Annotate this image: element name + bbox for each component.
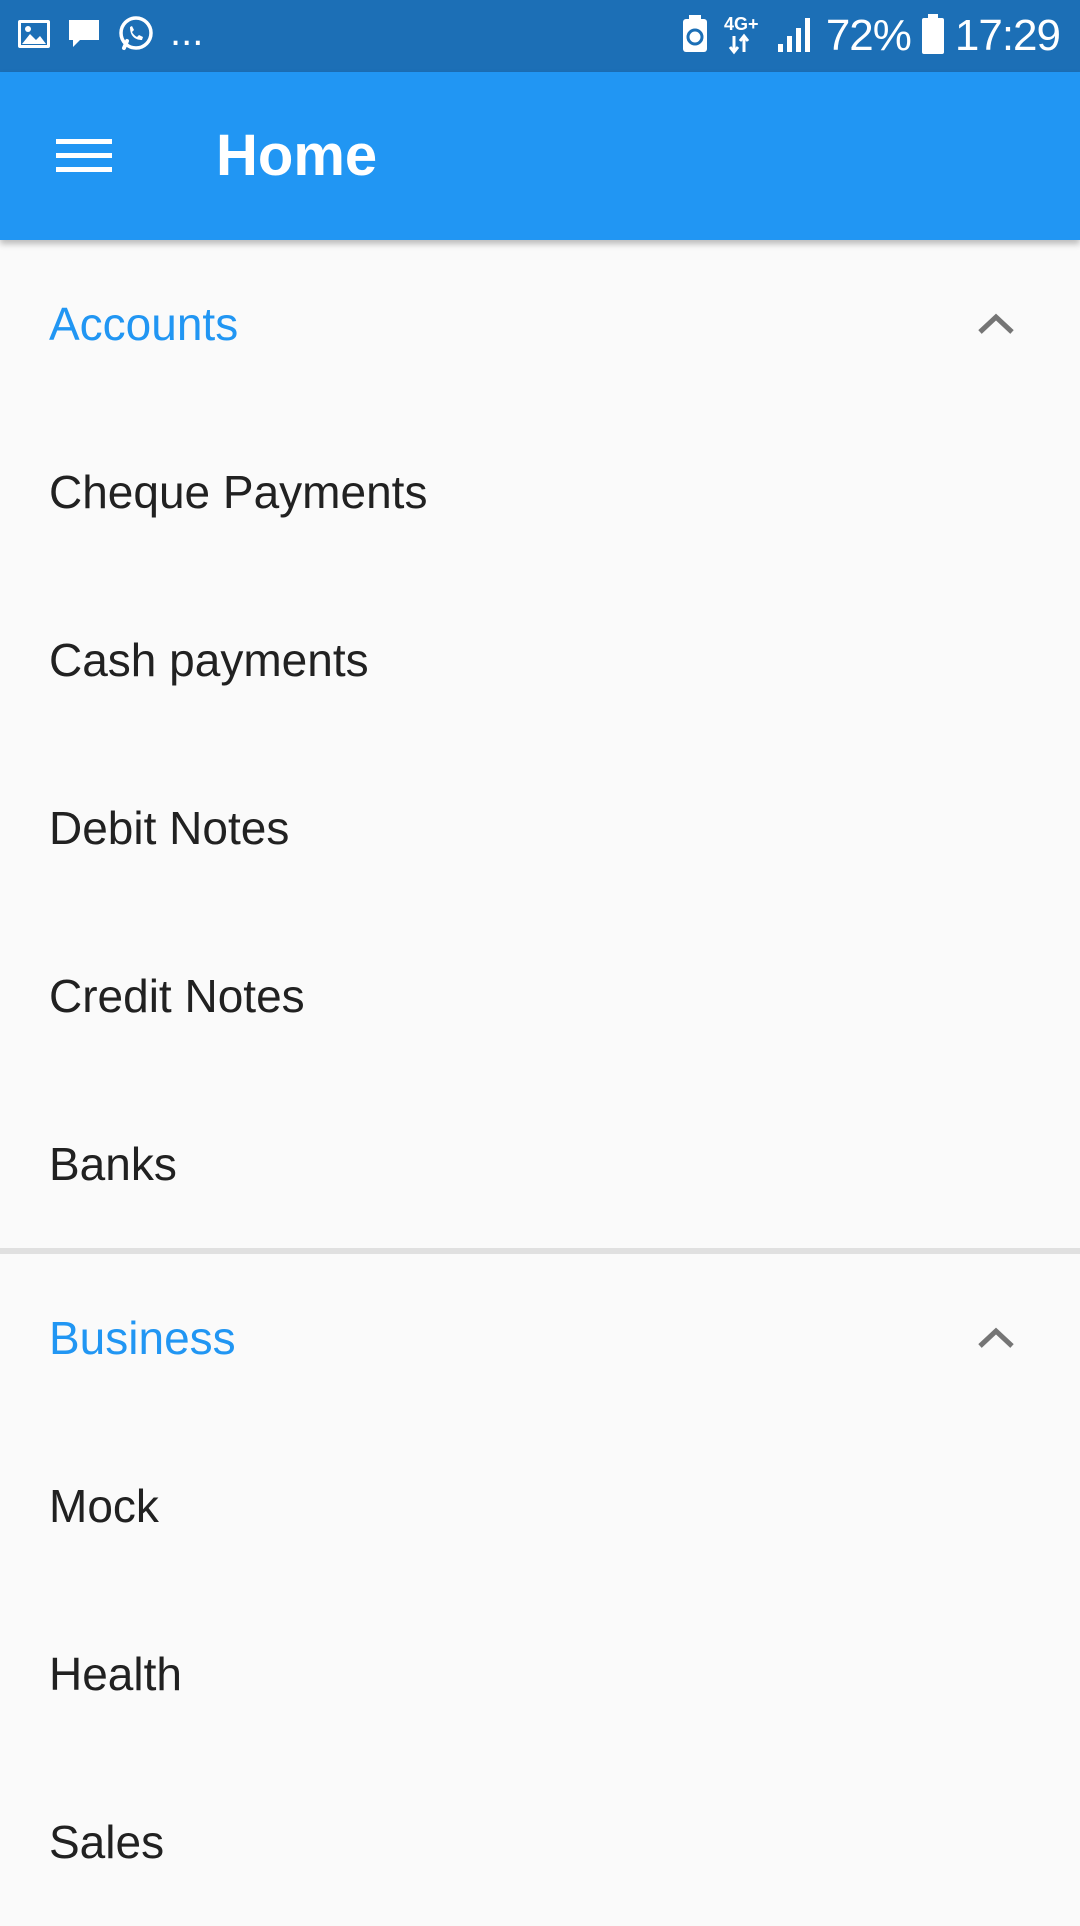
battery-icon (921, 13, 945, 60)
network-label: 4G+ (724, 14, 759, 34)
list-item-debit-notes[interactable]: Debit Notes (0, 744, 1080, 912)
status-right-group: 4G+ 72% 17:29 (680, 0, 1061, 72)
signal-icon (776, 14, 816, 59)
section-header-business[interactable]: Business (0, 1254, 1080, 1422)
clock: 17:29 (954, 11, 1061, 60)
menu-button[interactable] (36, 108, 132, 204)
list-item-label: Debit Notes (49, 802, 290, 854)
list-item-credit-notes[interactable]: Credit Notes (0, 912, 1080, 1080)
section-title: Business (49, 1312, 236, 1364)
list-item-sales[interactable]: Sales (0, 1758, 1080, 1926)
notification-overflow-indicator: ... (170, 10, 204, 54)
list-item-banks[interactable]: Banks (0, 1080, 1080, 1248)
app-bar: Home (0, 72, 1080, 240)
list-item-label: Mock (49, 1480, 159, 1532)
chevron-up-icon[interactable] (972, 1314, 1020, 1362)
list-item-mock[interactable]: Mock (0, 1422, 1080, 1590)
status-left-group: ... (16, 0, 203, 72)
section-header-accounts[interactable]: Accounts (0, 240, 1080, 408)
list-item-health[interactable]: Health (0, 1590, 1080, 1758)
list-item-label: Health (49, 1648, 182, 1700)
chevron-up-icon[interactable] (972, 300, 1020, 348)
drawer-content: Accounts Cheque Payments Cash payments D… (0, 240, 1080, 1926)
list-item-cash-payments[interactable]: Cash payments (0, 576, 1080, 744)
section-business: Business Mock Health Sales (0, 1254, 1080, 1926)
page-title: Home (216, 123, 378, 188)
battery-percentage: 72% (825, 11, 912, 60)
battery-saver-icon (680, 14, 710, 59)
list-item-label: Credit Notes (49, 970, 305, 1022)
list-item-label: Cash payments (49, 634, 369, 686)
list-item-label: Sales (49, 1816, 165, 1868)
hamburger-icon (56, 139, 112, 172)
gallery-icon (16, 16, 52, 57)
status-bar: ... 4G+ 72% 17:29 (0, 0, 1080, 72)
list-item-label: Banks (49, 1138, 177, 1190)
section-title: Accounts (49, 298, 239, 350)
message-icon (66, 16, 102, 57)
list-item-label: Cheque Payments (49, 466, 428, 518)
list-item-cheque-payments[interactable]: Cheque Payments (0, 408, 1080, 576)
whatsapp-icon (116, 14, 156, 59)
network-icon: 4G+ (720, 12, 766, 61)
section-accounts: Accounts Cheque Payments Cash payments D… (0, 240, 1080, 1248)
